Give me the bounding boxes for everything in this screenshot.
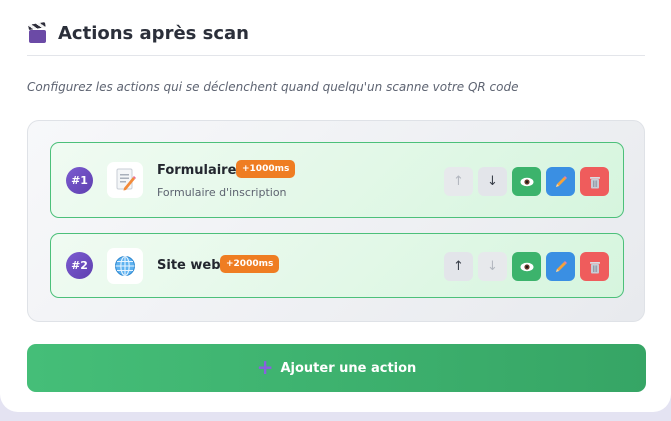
action-description: Formulaire d'inscription [157,186,287,199]
add-action-button[interactable]: + Ajouter une action [27,344,646,392]
edit-button[interactable] [546,252,575,281]
divider [27,55,645,56]
preview-button[interactable] [512,167,541,196]
pencil-icon [555,260,567,272]
eye-icon [520,262,533,271]
trash-icon [589,261,600,273]
section-header: Actions après scan [27,22,249,44]
eye-icon [520,177,533,186]
move-down-button[interactable]: ↓ [478,252,507,281]
add-action-label: Ajouter une action [280,360,417,376]
move-up-button[interactable]: ↑ [444,252,473,281]
edit-button[interactable] [546,167,575,196]
action-controls: ↑ ↓ [444,167,609,196]
move-up-button[interactable]: ↑ [444,167,473,196]
delay-badge: +2000ms [220,255,280,273]
actions-panel: Actions après scan Configurez les action… [0,0,671,412]
plus-icon: + [256,355,274,379]
section-title: Actions après scan [58,23,249,44]
actions-list: #1 Formulaire +1000ms Formulaire d'inscr… [27,120,645,322]
trash-icon [589,176,600,188]
form-document-icon [107,162,143,198]
section-subtitle: Configurez les actions qui se déclenchen… [27,80,519,94]
action-card: #1 Formulaire +1000ms Formulaire d'inscr… [50,142,624,218]
preview-button[interactable] [512,252,541,281]
delete-button[interactable] [580,167,609,196]
action-name: Formulaire [157,163,237,178]
globe-icon [107,248,143,284]
delete-button[interactable] [580,252,609,281]
delay-badge: +1000ms [236,160,296,178]
action-number-badge: #1 [66,167,93,194]
action-number-badge: #2 [66,252,93,279]
clapperboard-icon [27,22,48,44]
pencil-icon [555,175,567,187]
action-card: #2 Site web +2000ms ↑ ↓ [50,233,624,298]
action-name: Site web [157,258,221,273]
move-down-button[interactable]: ↓ [478,167,507,196]
action-controls: ↑ ↓ [444,252,609,281]
